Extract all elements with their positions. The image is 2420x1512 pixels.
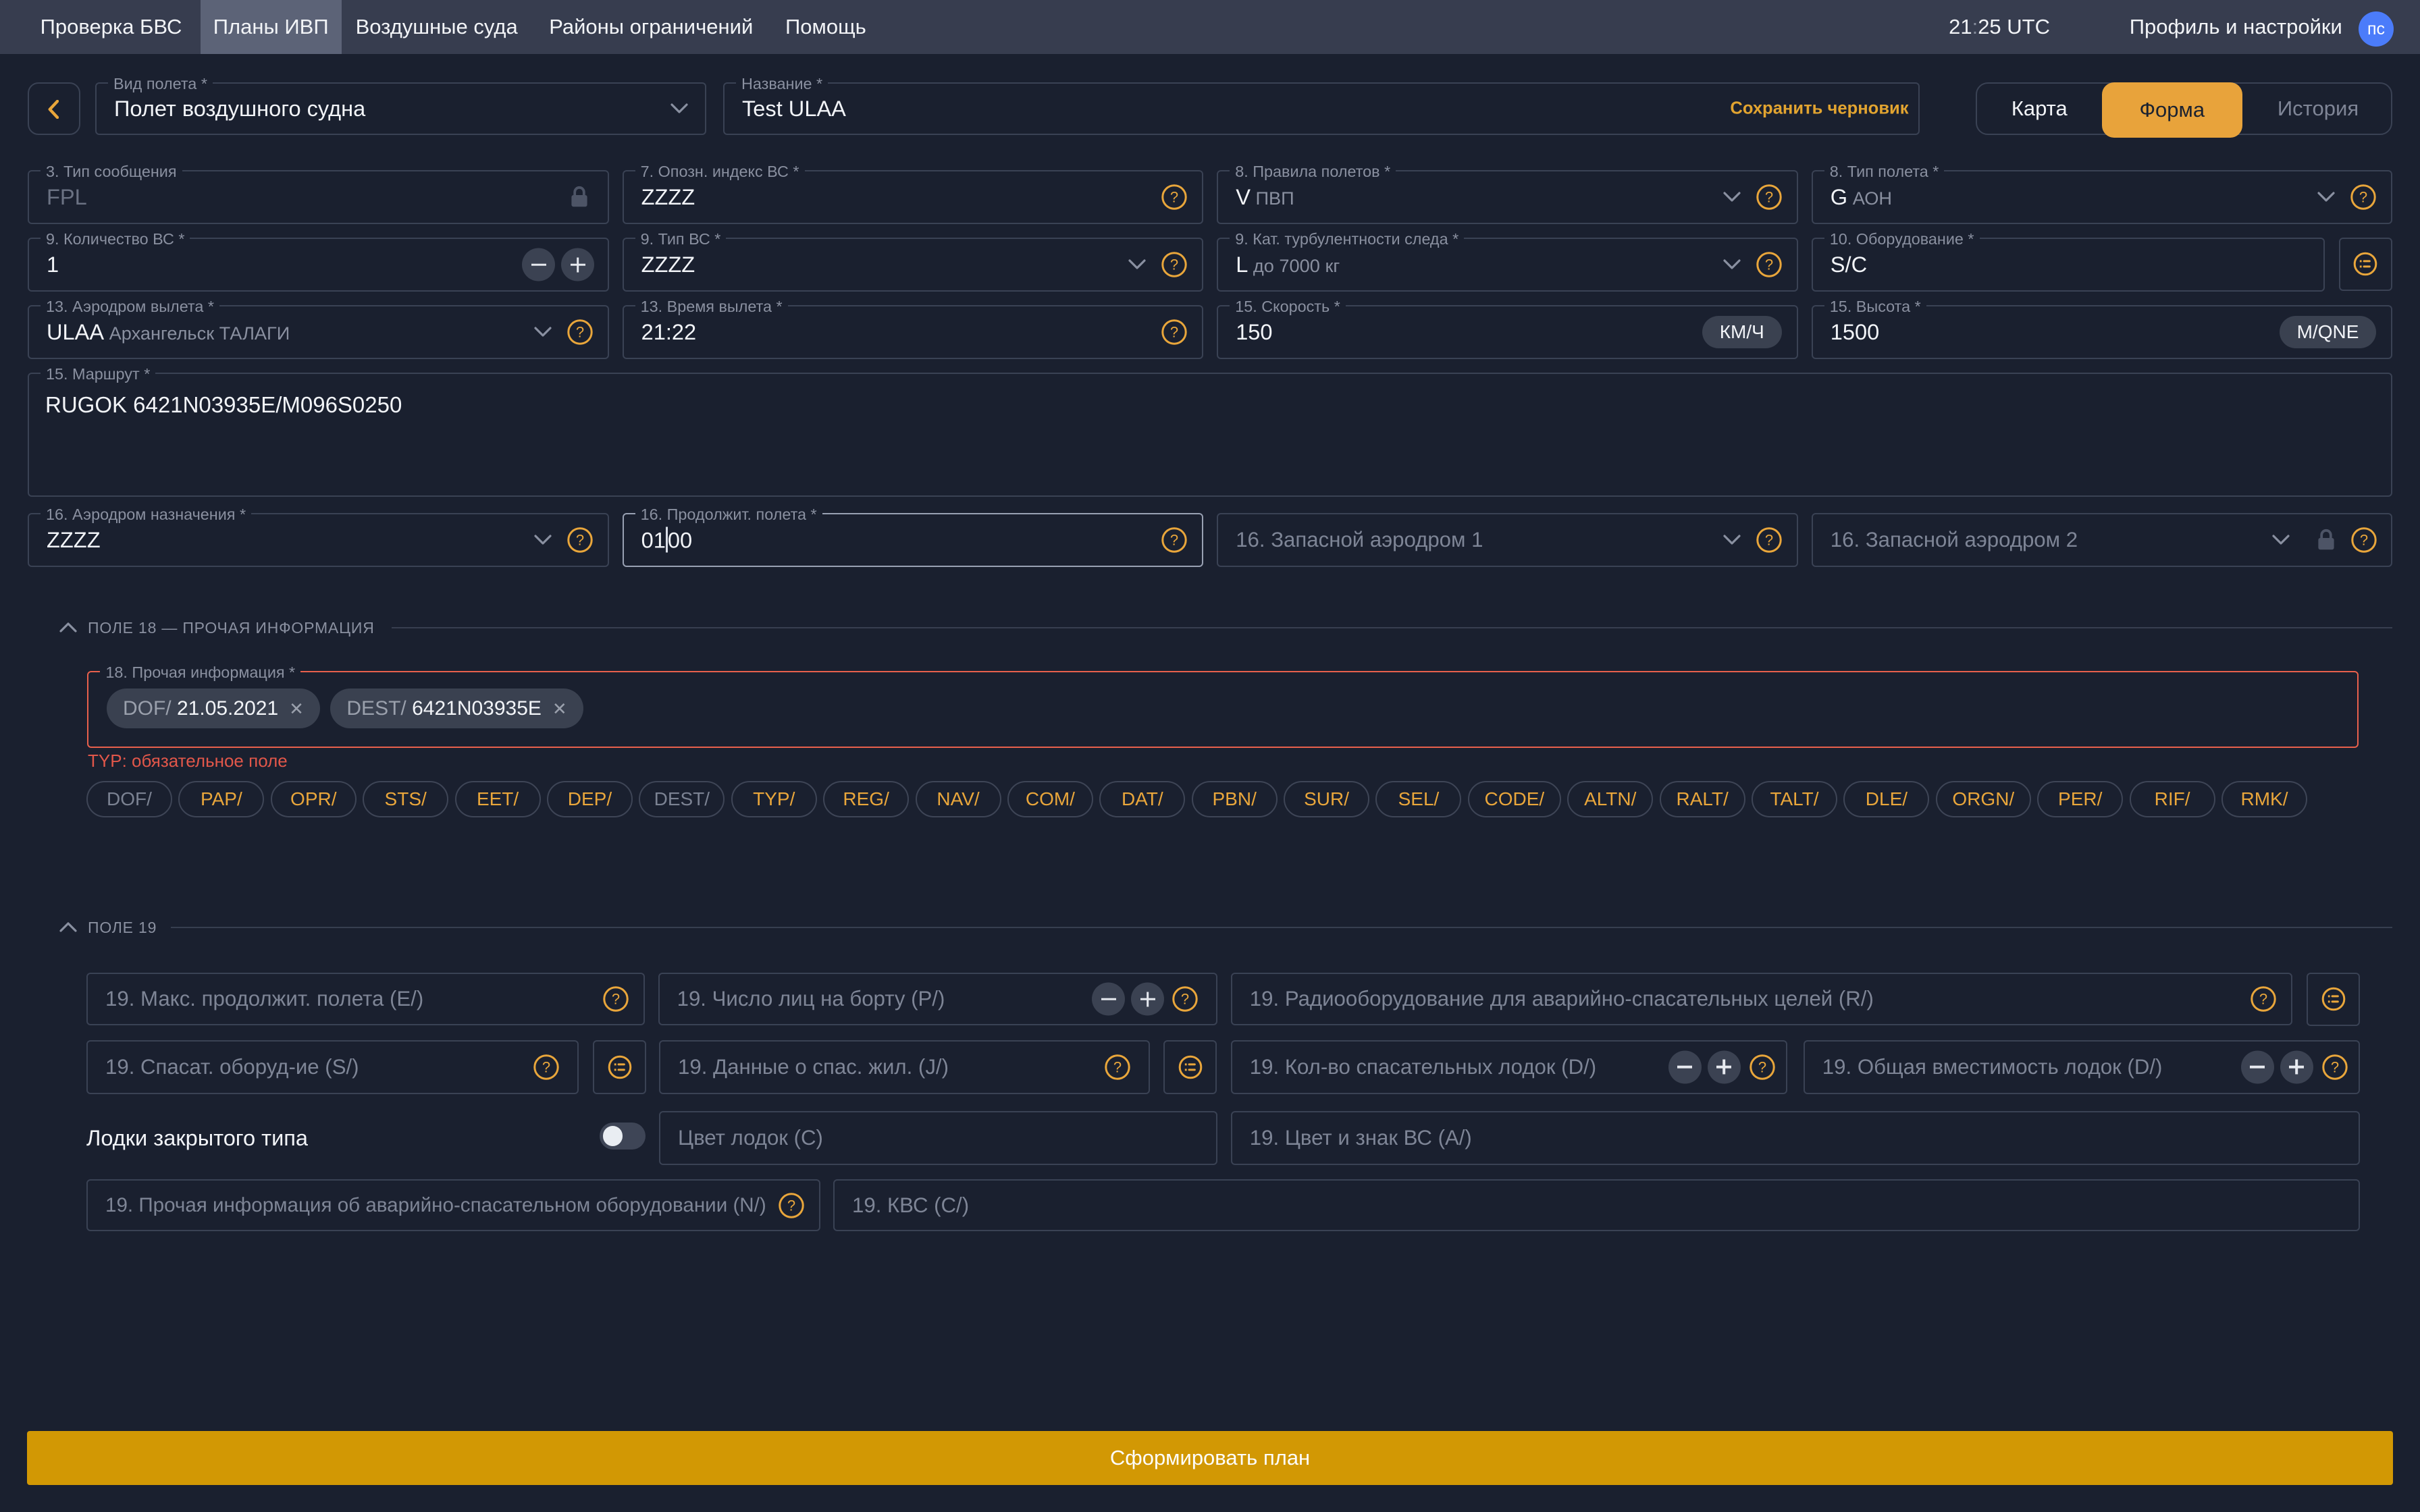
svg-text:?: ? [542,1058,550,1075]
svg-text:?: ? [1765,188,1773,205]
svg-text:?: ? [1181,990,1189,1007]
svg-text:?: ? [1765,531,1773,548]
svg-text:?: ? [1170,323,1178,340]
svg-text:?: ? [1170,256,1178,273]
svg-text:?: ? [1758,1058,1766,1075]
svg-text:?: ? [575,531,583,548]
svg-text:?: ? [2360,531,2368,548]
svg-text:?: ? [787,1197,795,1214]
svg-text:?: ? [575,323,583,340]
svg-text:?: ? [1113,1058,1121,1075]
svg-text:?: ? [2259,990,2267,1007]
svg-text:?: ? [1765,256,1773,273]
svg-text:?: ? [2331,1058,2339,1075]
svg-text:?: ? [611,990,619,1007]
svg-text:?: ? [2359,188,2367,205]
svg-text:?: ? [1170,188,1178,205]
svg-text:?: ? [1170,531,1178,548]
